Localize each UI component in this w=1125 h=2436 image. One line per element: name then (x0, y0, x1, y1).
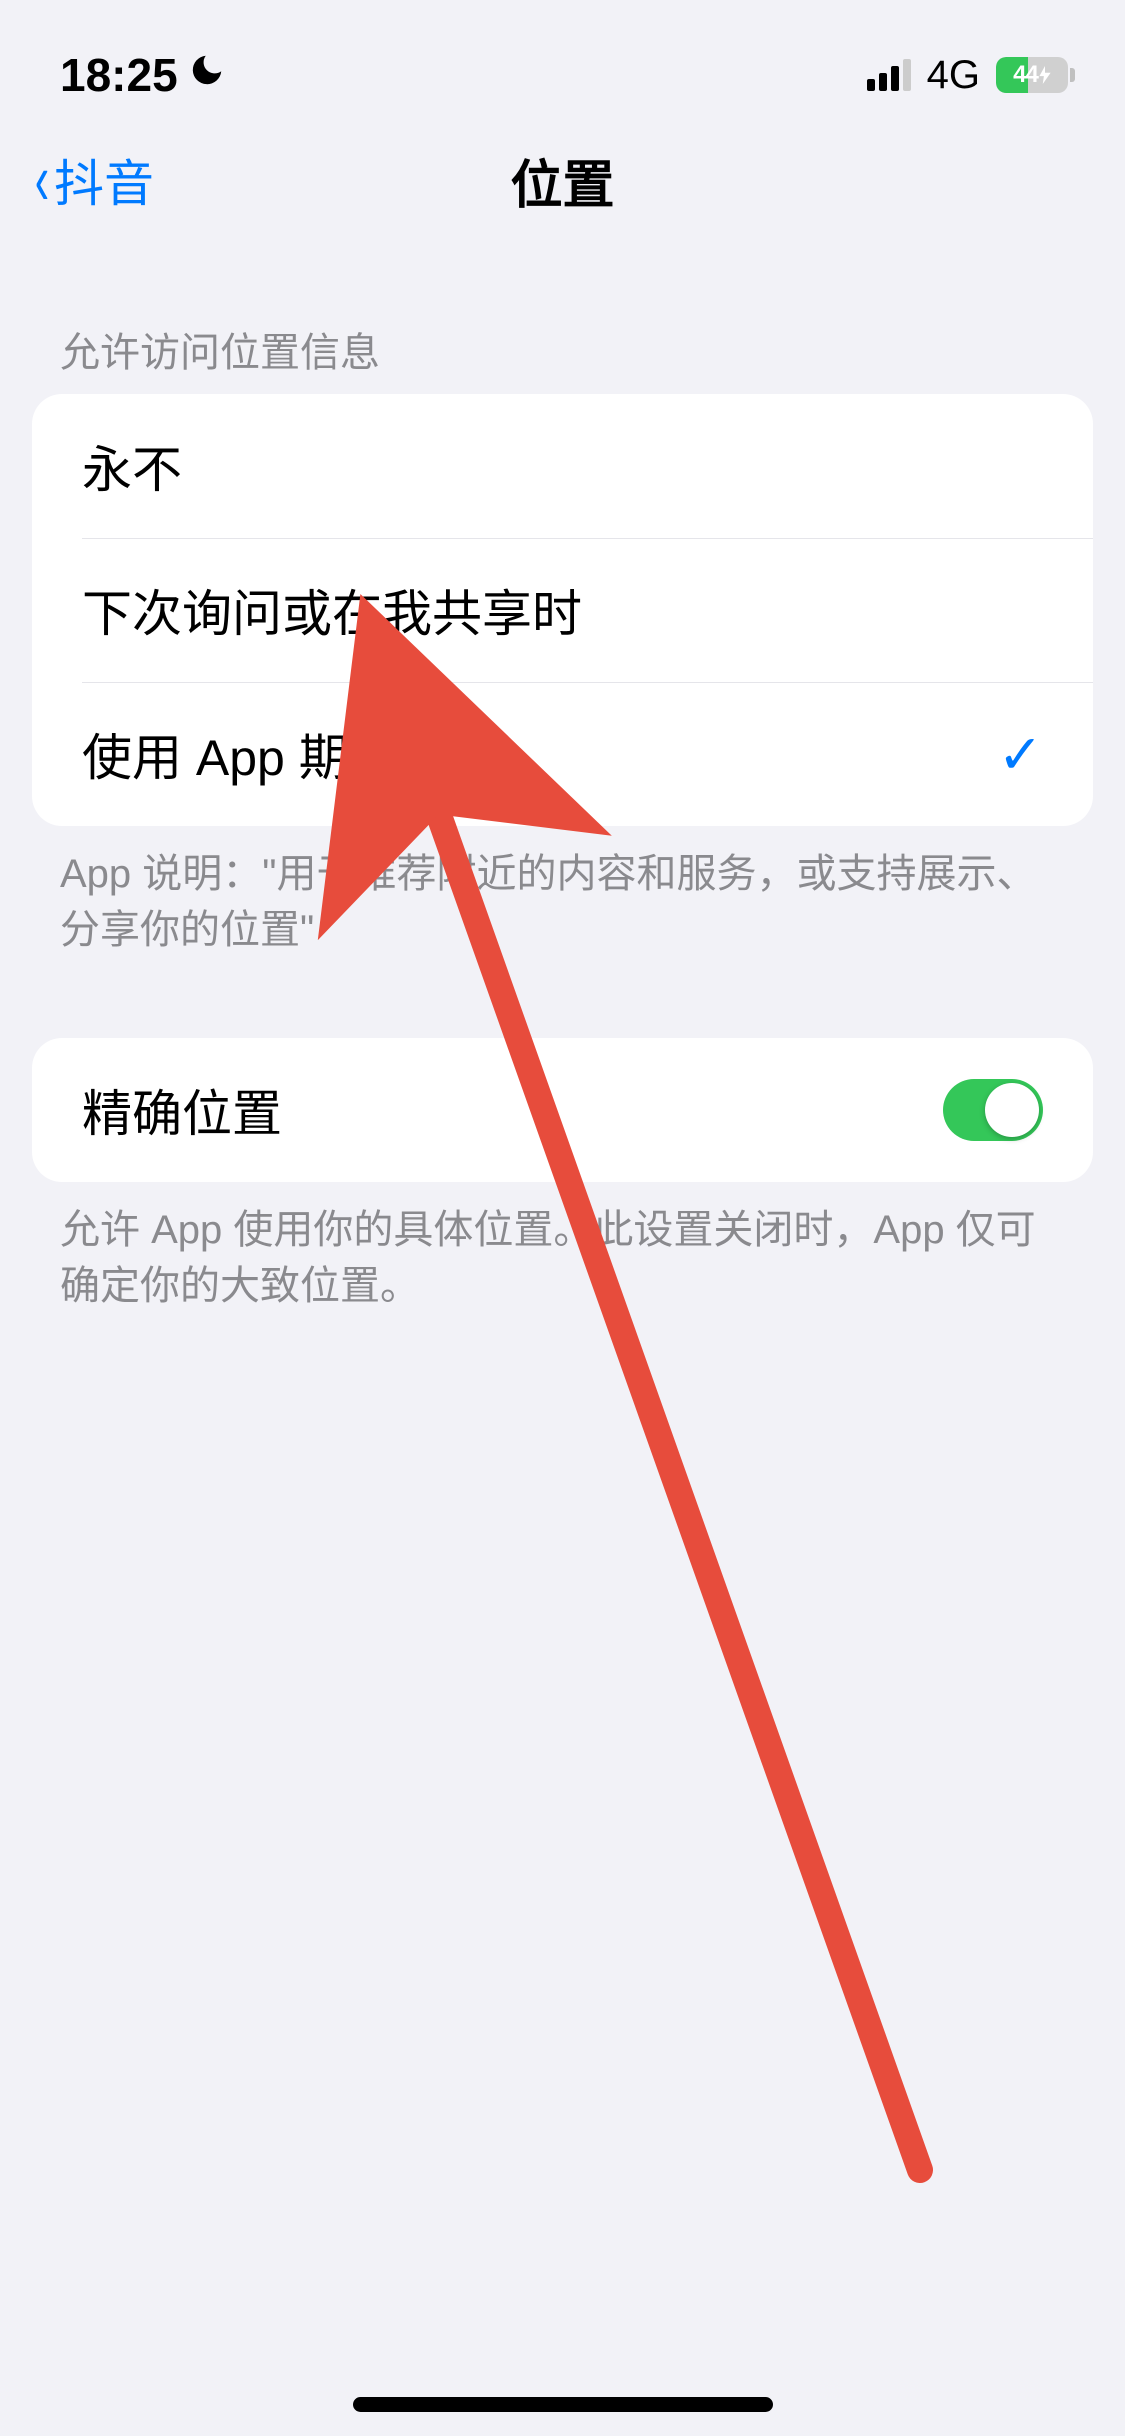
dnd-moon-icon (188, 51, 226, 99)
back-label: 抖音 (54, 144, 154, 216)
battery-icon: 44 (996, 57, 1075, 93)
chevron-left-icon: ‹ (35, 144, 49, 216)
precise-location-label: 精确位置 (82, 1074, 282, 1146)
app-description-footer: App 说明："用于推荐附近的内容和服务，或支持展示、分享你的位置" (0, 826, 1125, 958)
status-left: 18:25 (60, 48, 226, 102)
option-label: 永不 (82, 430, 182, 502)
switch-knob (985, 1083, 1039, 1137)
option-ask-next-time[interactable]: 下次询问或在我共享时 (32, 538, 1093, 682)
option-never[interactable]: 永不 (32, 394, 1093, 538)
option-label: 下次询问或在我共享时 (82, 574, 582, 646)
option-while-using[interactable]: 使用 App 期间 ✓ (32, 682, 1093, 826)
network-type: 4G (927, 53, 980, 98)
status-bar: 18:25 4G 44 (0, 0, 1125, 120)
precise-location-group: 精确位置 (32, 1038, 1093, 1182)
status-time: 18:25 (60, 48, 178, 102)
location-access-group: 永不 下次询问或在我共享时 使用 App 期间 ✓ (32, 394, 1093, 826)
status-right: 4G 44 (867, 53, 1075, 98)
precise-location-footer: 允许 App 使用你的具体位置。此设置关闭时，App 仅可确定你的大致位置。 (0, 1182, 1125, 1314)
cellular-signal-icon (867, 59, 911, 91)
home-indicator[interactable] (353, 2397, 773, 2412)
nav-bar: ‹ 抖音 位置 (0, 120, 1125, 240)
precise-location-toggle[interactable] (943, 1079, 1043, 1141)
checkmark-icon: ✓ (998, 723, 1043, 786)
back-button[interactable]: ‹ 抖音 (30, 144, 154, 216)
page-title: 位置 (510, 143, 614, 218)
location-access-header: 允许访问位置信息 (0, 240, 1125, 394)
option-label: 使用 App 期间 (82, 718, 399, 790)
precise-location-row[interactable]: 精确位置 (32, 1038, 1093, 1182)
